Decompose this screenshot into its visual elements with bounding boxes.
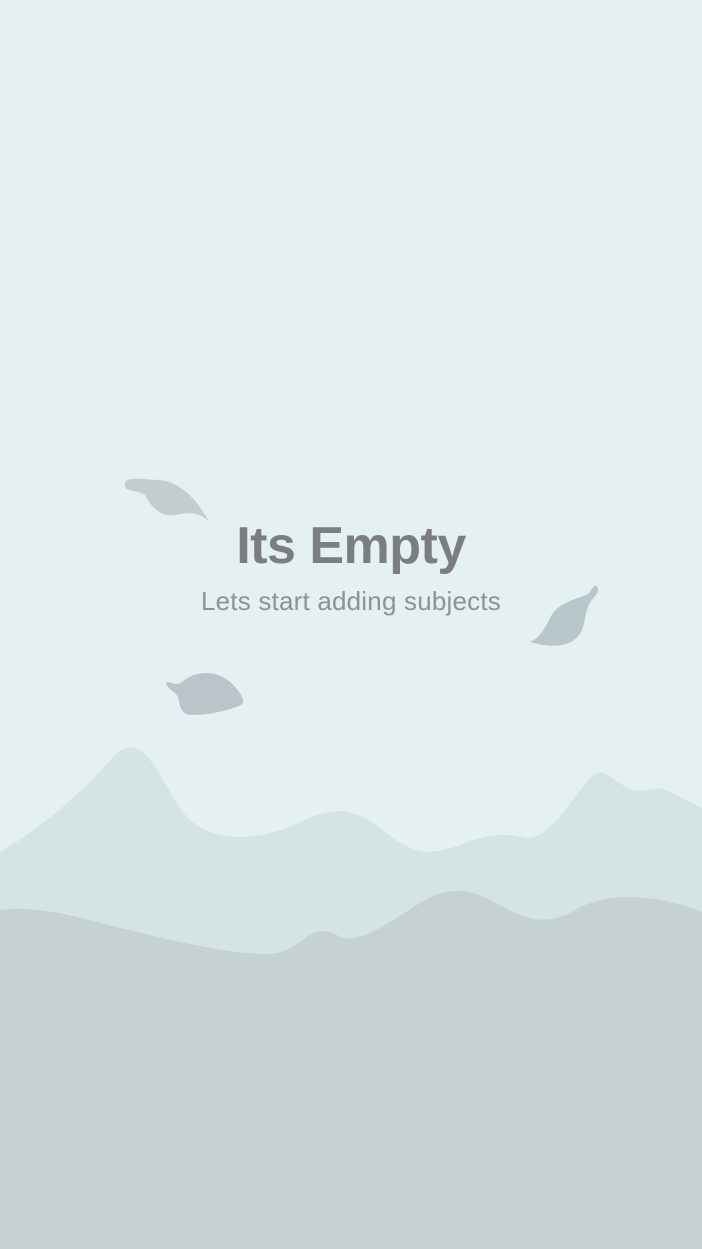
empty-state: Its Empty Lets start adding subjects	[0, 515, 702, 616]
empty-subtitle: Lets start adding subjects	[200, 586, 502, 616]
empty-illustration	[0, 478, 702, 1249]
front-hills	[0, 890, 702, 1249]
empty-title: Its Empty	[236, 517, 466, 575]
empty-screen: Its Empty Lets start adding subjects	[0, 0, 702, 1249]
leaf-icon	[166, 672, 244, 715]
